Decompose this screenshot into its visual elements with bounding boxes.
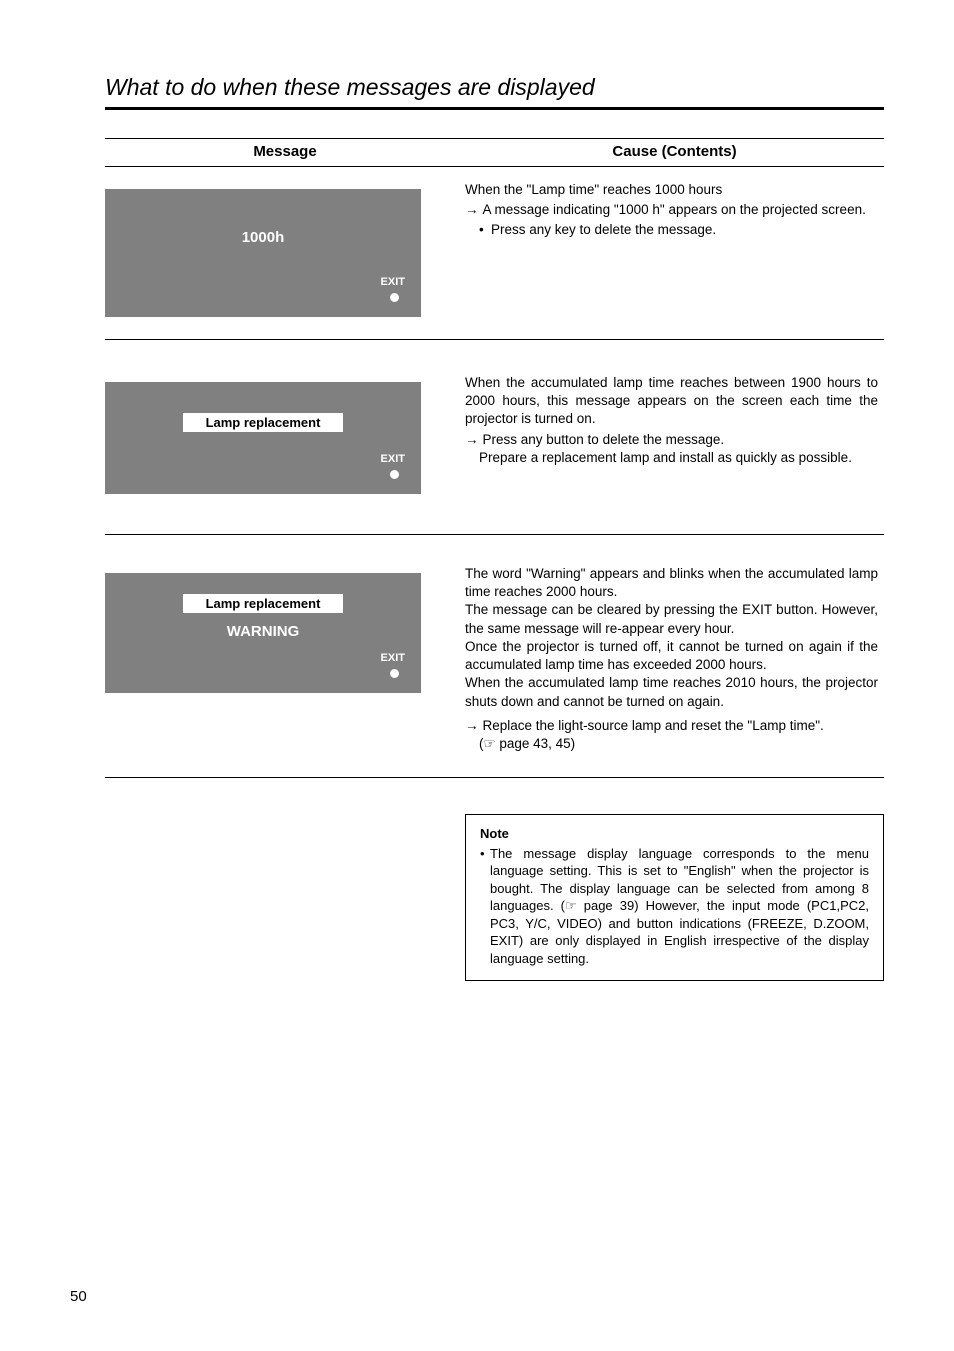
cause-intro: When the "Lamp time" reaches 1000 hours	[465, 181, 878, 199]
exit-dot-icon	[390, 470, 399, 479]
cause-paragraph: When the accumulated lamp time reaches b…	[465, 374, 878, 429]
cause-sub: Prepare a replacement lamp and install a…	[465, 449, 878, 467]
header-cause: Cause (Contents)	[465, 143, 884, 160]
exit-dot-icon	[390, 669, 399, 678]
header-message: Message	[105, 143, 465, 160]
message-main-text: 1000h	[242, 229, 285, 246]
cause-paragraph: The message can be cleared by pressing t…	[465, 601, 878, 637]
title-rule	[105, 107, 884, 110]
note-body: The message display language corresponds…	[480, 845, 869, 968]
cause-bullet: Press any key to delete the message.	[465, 221, 878, 239]
arrow-icon: →	[465, 431, 479, 449]
exit-label: EXIT	[105, 277, 405, 288]
arrow-icon: →	[465, 717, 479, 735]
message-pill: Lamp replacement	[183, 413, 343, 432]
message-box-lamp-replacement: Lamp replacement EXIT	[105, 382, 421, 494]
page-number: 50	[70, 1288, 87, 1305]
table-row: Lamp replacement WARNING EXIT The word "…	[105, 535, 884, 777]
message-pill: Lamp replacement	[183, 594, 343, 613]
row-rule	[105, 777, 884, 778]
cause-ref: (☞ page 43, 45)	[465, 735, 878, 753]
cause-paragraph: Once the projector is turned off, it can…	[465, 638, 878, 674]
cause-arrow-text: Replace the light-source lamp and reset …	[483, 717, 824, 735]
cause-paragraph: When the accumulated lamp time reaches 2…	[465, 674, 878, 710]
exit-label: EXIT	[105, 653, 405, 664]
table-row: Lamp replacement EXIT When the accumulat…	[105, 340, 884, 534]
note-box: Note The message display language corres…	[465, 814, 884, 980]
cause-arrow-text: A message indicating "1000 h" appears on…	[483, 201, 866, 219]
message-box-1000h: 1000h EXIT	[105, 189, 421, 317]
arrow-icon: →	[465, 201, 479, 219]
table-row: 1000h EXIT When the "Lamp time" reaches …	[105, 167, 884, 339]
cause-arrow-text: Press any button to delete the message.	[483, 431, 725, 449]
page-title: What to do when these messages are displ…	[105, 74, 884, 101]
message-warning-text: WARNING	[227, 623, 300, 640]
note-title: Note	[480, 825, 869, 843]
exit-dot-icon	[390, 293, 399, 302]
table-header: Message Cause (Contents)	[105, 139, 884, 166]
message-box-warning: Lamp replacement WARNING EXIT	[105, 573, 421, 693]
cause-paragraph: The word "Warning" appears and blinks wh…	[465, 565, 878, 601]
exit-label: EXIT	[105, 454, 405, 465]
